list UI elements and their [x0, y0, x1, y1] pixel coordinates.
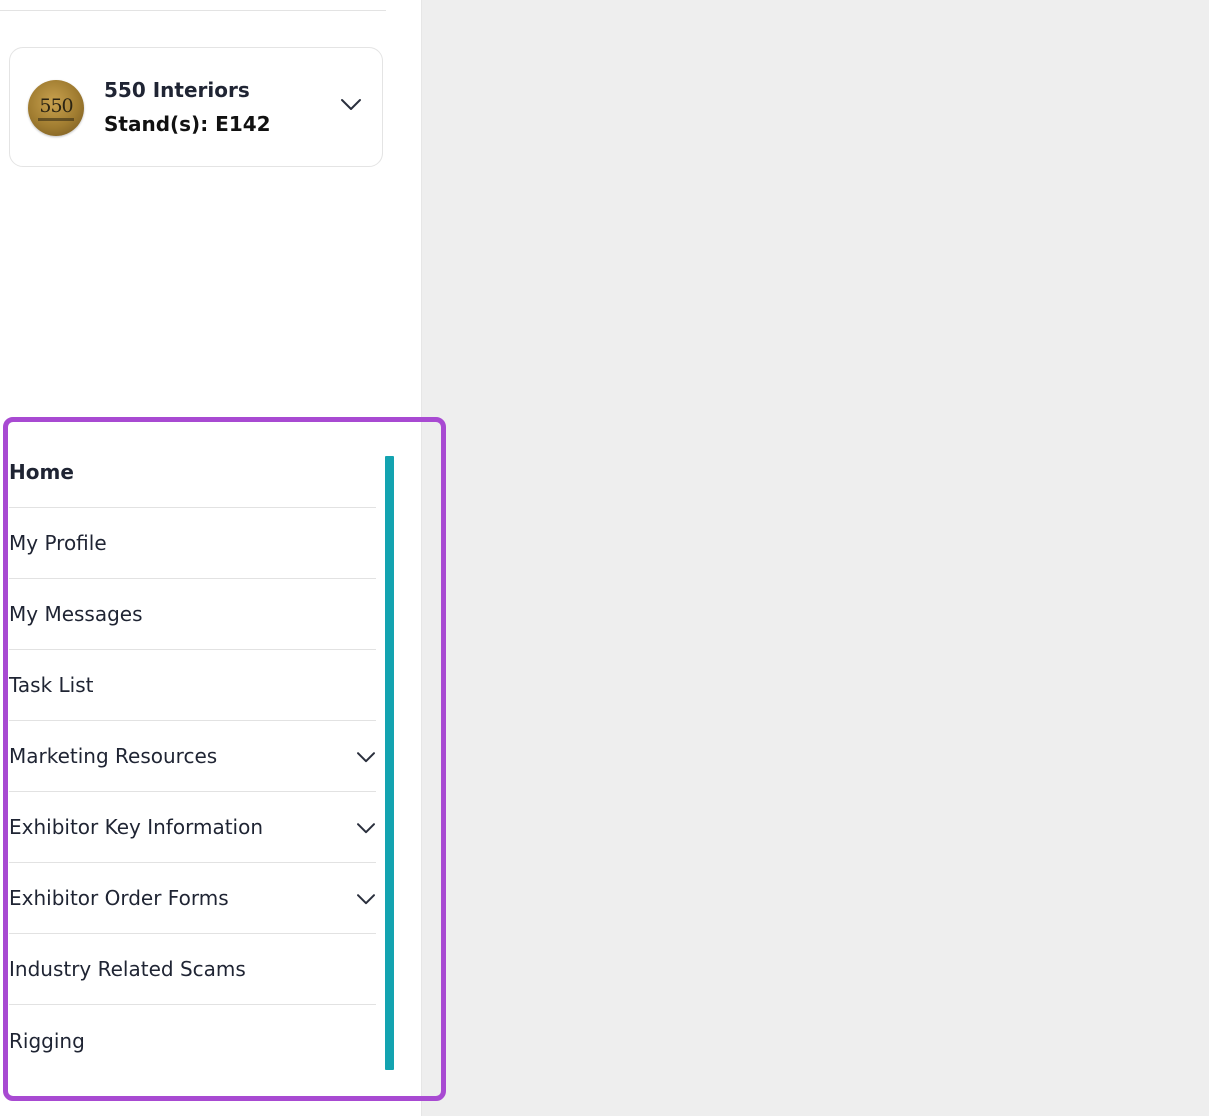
- nav-item-label: Marketing Resources: [9, 744, 218, 768]
- nav-item-label: Exhibitor Key Information: [9, 815, 264, 839]
- nav-scrollbar[interactable]: [385, 456, 394, 1070]
- nav-item-label: Industry Related Scams: [9, 957, 246, 981]
- nav-item-industry-related-scams[interactable]: Industry Related Scams: [9, 934, 376, 1005]
- sidebar: 550 550 Interiors Stand(s): E142 Home My …: [0, 0, 422, 1116]
- chevron-down-icon[interactable]: [340, 98, 362, 112]
- company-selector[interactable]: 550 550 Interiors Stand(s): E142: [9, 47, 383, 167]
- nav-item-home[interactable]: Home: [9, 437, 376, 508]
- nav-item-label: Home: [9, 460, 74, 484]
- nav-item-label: My Profile: [9, 531, 107, 555]
- nav-item-label: Task List: [9, 673, 94, 697]
- chevron-down-icon[interactable]: [356, 822, 376, 834]
- chevron-down-icon[interactable]: [356, 893, 376, 905]
- logo-text: 550: [39, 95, 73, 117]
- divider: [0, 10, 386, 11]
- chevron-down-icon[interactable]: [356, 751, 376, 763]
- nav-item-marketing-resources[interactable]: Marketing Resources: [9, 721, 376, 792]
- company-name: 550 Interiors: [104, 78, 250, 102]
- nav-item-task-list[interactable]: Task List: [9, 650, 376, 721]
- nav-item-exhibitor-key-information[interactable]: Exhibitor Key Information: [9, 792, 376, 863]
- nav-item-exhibitor-order-forms[interactable]: Exhibitor Order Forms: [9, 863, 376, 934]
- nav-item-rigging[interactable]: Rigging: [9, 1005, 376, 1076]
- main-content-area: [422, 0, 1209, 1116]
- company-logo: 550: [28, 80, 84, 136]
- nav-item-label: Exhibitor Order Forms: [9, 886, 229, 910]
- nav-item-label: My Messages: [9, 602, 143, 626]
- company-stand: Stand(s): E142: [104, 112, 271, 136]
- side-nav: Home My Profile My Messages Task List Market…: [9, 437, 376, 1076]
- nav-item-label: Rigging: [9, 1028, 85, 1053]
- nav-item-my-messages[interactable]: My Messages: [9, 579, 376, 650]
- nav-item-my-profile[interactable]: My Profile: [9, 508, 376, 579]
